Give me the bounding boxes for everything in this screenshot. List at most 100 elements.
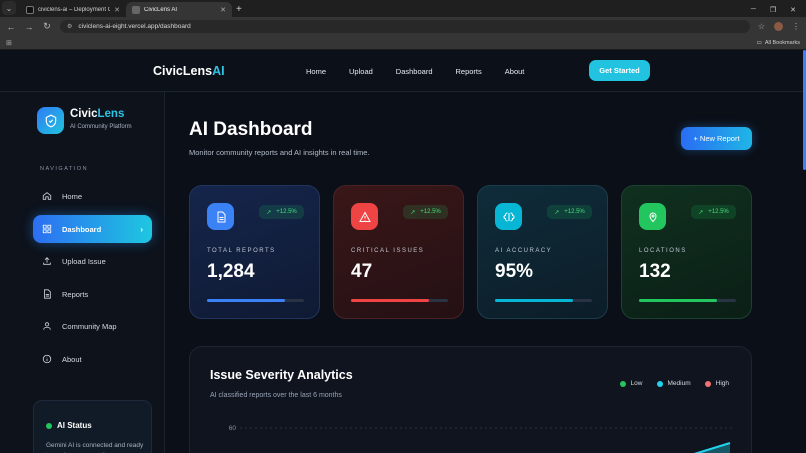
sidebar-item-label: Home [62,191,83,201]
trend-up-icon: ↗ [698,209,704,216]
browser-tab-deployment[interactable]: civiclens-ai – Deployment Ove ✕ [20,2,126,17]
home-icon [41,191,52,202]
trend-badge: ↗ +12.5% [403,205,448,219]
logo-accent: AI [212,64,225,78]
brand-main: Civic [70,108,98,120]
sidebar-item-label: Dashboard [62,224,102,234]
info-icon [41,354,52,365]
stat-card-critical-issues: ↗ +12.5% CRITICAL ISSUES 47 [333,185,464,319]
severity-analytics-panel: Issue Severity Analytics AI classified r… [189,346,752,453]
sidebar: CivicLens AI Community Platform NAVIGATI… [0,92,165,453]
tab-search-icon[interactable]: ⌄ [2,1,16,15]
ai-status-card: AI Status Gemini AI is connected and rea… [33,400,152,453]
trend-badge: ↗ +12.5% [259,205,304,219]
severity-area-chart: 60 [229,425,732,453]
reload-icon[interactable]: ↻ [42,21,52,32]
analytics-title: Issue Severity Analytics [210,368,353,382]
close-window-icon[interactable]: ✕ [790,6,796,14]
maximize-icon[interactable]: ❐ [770,6,776,14]
stat-card-locations: ↗ +12.5% LOCATIONS 132 [621,185,752,319]
sidebar-item-dashboard[interactable]: Dashboard › [33,215,152,243]
brand-name: CivicLens [70,108,124,120]
sidebar-item-label: Reports [62,289,89,299]
get-started-button[interactable]: Get Started [589,60,650,81]
stat-label: CRITICAL ISSUES [351,248,425,254]
new-report-button[interactable]: + New Report [681,127,752,150]
browser-menu-icon[interactable]: ⋮ [792,22,800,31]
warning-icon [351,203,378,230]
close-tab-icon[interactable]: ✕ [114,6,120,14]
nav-home[interactable]: Home [306,67,326,76]
sidebar-item-about[interactable]: About [33,345,152,373]
window-controls: ─ ❐ ✕ [741,6,806,17]
legend-item-medium[interactable]: Medium [656,380,691,387]
legend-item-low[interactable]: Low [619,380,643,387]
new-tab-icon[interactable]: + [236,4,242,15]
vercel-favicon-icon [26,5,34,14]
legend-dot [704,380,711,387]
page-subtitle: Monitor community reports and AI insight… [189,148,370,157]
stat-progress-track [639,299,736,302]
tab-title: CivicLens AI [144,6,178,13]
trend-value: +12.5% [708,209,729,215]
sidebar-item-home[interactable]: Home [33,182,152,210]
stat-value: 47 [351,261,373,282]
tab-title: civiclens-ai – Deployment Ove [38,6,111,13]
legend-dot [656,380,663,387]
nav-section-label: NAVIGATION [40,166,89,172]
ai-status-title: AI Status [57,421,92,430]
apps-grid-icon[interactable]: ⊞ [6,39,12,47]
bookmark-star-icon[interactable]: ☆ [758,22,765,31]
all-bookmarks-label: All Bookmarks [764,39,800,46]
sidebar-item-label: About [62,354,82,364]
back-icon[interactable]: ← [6,22,16,32]
nav-dashboard[interactable]: Dashboard [396,67,433,76]
sidebar-item-community-map[interactable]: Community Map [33,312,152,340]
legend-label: High [715,380,729,387]
profile-avatar[interactable] [774,22,783,31]
sidebar-item-reports[interactable]: Reports [33,280,152,308]
shield-icon [37,107,64,134]
chart-legend: Low Medium High [619,380,729,387]
site-logo[interactable]: CivicLensAI [153,64,225,78]
legend-label: Low [630,380,643,387]
stat-value: 95% [495,261,534,282]
bookmarks-bar: ⊞ ▭ All Bookmarks [0,36,806,50]
trend-up-icon: ↗ [266,209,272,216]
sidebar-item-label: Community Map [62,321,117,331]
minimize-icon[interactable]: ─ [751,6,756,14]
chevron-right-icon: › [140,224,143,234]
legend-label: Medium [667,380,691,387]
y-tick-label: 60 [229,425,237,432]
upload-icon [41,256,52,267]
page-title: AI Dashboard [189,119,313,140]
stat-progress-track [207,299,304,302]
trend-value: +12.5% [420,209,441,215]
stat-progress-fill [351,299,429,302]
nav-upload[interactable]: Upload [349,67,373,76]
stat-progress-fill [495,299,573,302]
close-tab-icon[interactable]: ✕ [220,6,226,14]
ai-status-text: Gemini AI is connected and ready to anal… [46,442,144,453]
address-bar[interactable]: ⚙ civiclens-ai-eight.vercel.app/dashboar… [60,20,750,33]
nav-reports[interactable]: Reports [456,67,482,76]
site-info-icon[interactable]: ⚙ [67,23,72,30]
stat-progress-track [351,299,448,302]
all-bookmarks[interactable]: ▭ All Bookmarks [757,40,800,46]
trend-up-icon: ↗ [554,209,560,216]
stat-card-ai-accuracy: ↗ +12.5% AI ACCURACY 95% [477,185,608,319]
stat-label: AI ACCURACY [495,248,553,254]
nav-about[interactable]: About [505,67,525,76]
sidebar-item-upload-issue[interactable]: Upload Issue [33,247,152,275]
forward-icon[interactable]: → [24,22,34,32]
trend-badge: ↗ +12.5% [691,205,736,219]
brain-icon [495,203,522,230]
legend-item-high[interactable]: High [704,380,729,387]
browser-tab-civiclens[interactable]: CivicLens AI ✕ [126,2,232,17]
grid-icon [41,224,52,235]
logo-main: CivicLens [153,64,213,78]
stat-card-total-reports: ↗ +12.5% TOTAL REPORTS 1,284 [189,185,320,319]
site-header: CivicLensAI Home Upload Dashboard Report… [0,50,803,92]
trend-badge: ↗ +12.5% [547,205,592,219]
legend-dot [619,380,626,387]
